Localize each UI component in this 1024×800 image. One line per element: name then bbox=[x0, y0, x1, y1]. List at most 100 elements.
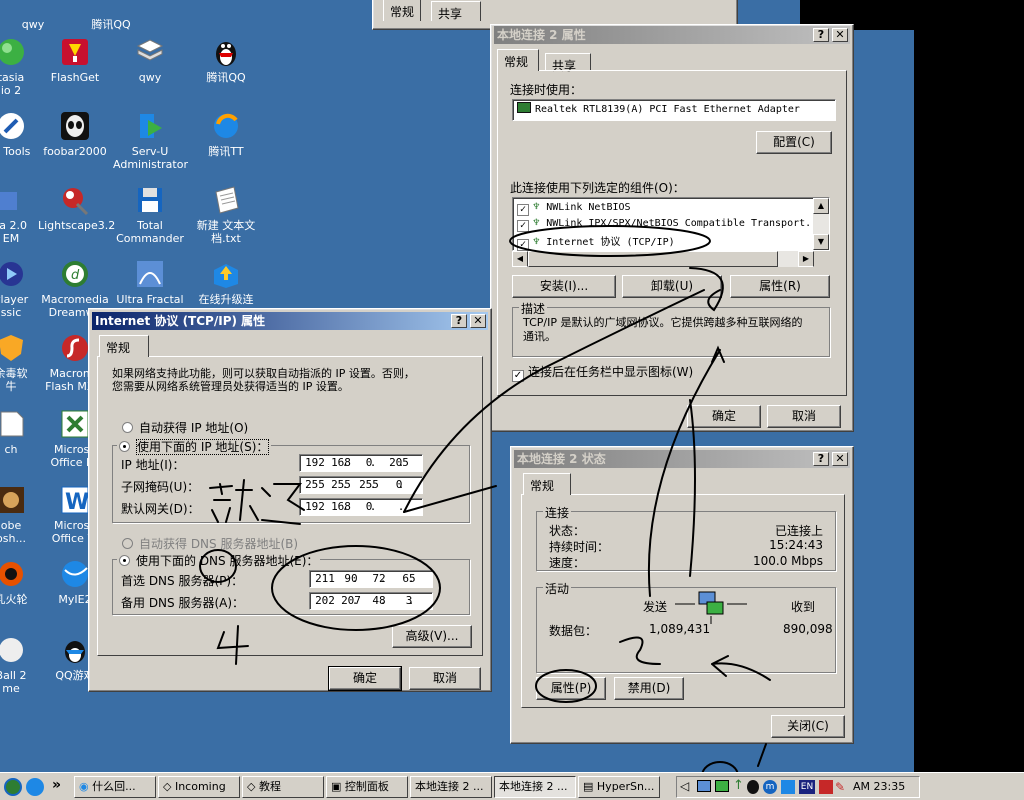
desktop-icon[interactable]: 新建 文本文 档.txt bbox=[189, 184, 263, 245]
intro-text: 如果网络支持此功能，则可以获取自动指派的 IP 设置。否则， 您需要从网络系统管… bbox=[112, 367, 415, 393]
taskbar-button-label: 控制面板 bbox=[344, 780, 389, 793]
auto-dns-radio[interactable] bbox=[122, 538, 133, 549]
taskbar-button-5[interactable]: 本地连接 2 ... bbox=[410, 776, 492, 798]
scroll-left-button[interactable]: ◀ bbox=[512, 251, 528, 267]
vertical-scrollbar[interactable]: ▲ ▼ bbox=[813, 198, 829, 250]
properties-button[interactable]: 属性(P) bbox=[536, 677, 606, 700]
desktop-icon[interactable]: Serv-U Administrator bbox=[113, 110, 188, 171]
show-icon-option[interactable]: ✓ 连接后在任务栏中显示图标(W) bbox=[512, 363, 693, 382]
ok-button[interactable]: 确定 bbox=[687, 405, 761, 428]
excel-icon bbox=[59, 408, 91, 440]
cancel-button[interactable]: 取消 bbox=[767, 405, 841, 428]
subnet-mask-field[interactable]: 255. 255. 255. 0 bbox=[299, 476, 423, 494]
ip-address-field[interactable]: 192. 168. 0. 205 bbox=[299, 454, 423, 472]
component-checkbox[interactable]: ✓ bbox=[517, 239, 529, 251]
taskbar-button-label: 本地连接 2 ... bbox=[499, 780, 568, 793]
network-icon[interactable] bbox=[697, 780, 711, 792]
component-item[interactable]: ✓ ♆ Internet 协议 (TCP/IP) bbox=[517, 233, 675, 251]
uninstall-button[interactable]: 卸载(U) bbox=[622, 275, 722, 298]
close-button[interactable]: ✕ bbox=[470, 314, 486, 328]
close-dialog-button[interactable]: 关闭(C) bbox=[771, 715, 845, 738]
tab-general[interactable]: 常规 bbox=[523, 473, 571, 495]
alternate-dns-field[interactable]: 202. 207. 48. 3 bbox=[309, 592, 433, 610]
desktop-icon-label: Ultra Fractal bbox=[116, 293, 184, 306]
arrow-icon[interactable]: ↑ bbox=[733, 778, 744, 793]
volume-icon[interactable]: ◁ bbox=[680, 779, 689, 793]
tab-general[interactable]: 常规 bbox=[497, 49, 539, 71]
disable-button[interactable]: 禁用(D) bbox=[614, 677, 684, 700]
gateway-field[interactable]: 192. 168. 0. bbox=[299, 498, 423, 516]
components-list[interactable]: ✓ ♆ NWLink NetBIOS ✓ ♆ NWLink IPX/SPX/NetB… bbox=[512, 197, 830, 251]
taskbar-button-6[interactable]: 本地连接 2 ... bbox=[494, 776, 576, 798]
scroll-up-button[interactable]: ▲ bbox=[813, 198, 829, 214]
messenger-icon[interactable]: m bbox=[763, 780, 777, 794]
desktop-icon[interactable]: 腾讯QQ bbox=[189, 36, 263, 84]
manual-dns-radio[interactable] bbox=[119, 555, 130, 566]
taskbar-button-1[interactable]: ◉ 什么回... bbox=[74, 776, 156, 798]
taskbar-button-7[interactable]: ▤ HyperSn... bbox=[578, 776, 660, 798]
component-item[interactable]: ✓ ♆ NWLink NetBIOS bbox=[517, 200, 631, 216]
tab-sharing[interactable]: 共享 bbox=[545, 53, 591, 73]
scroll-down-button[interactable]: ▼ bbox=[813, 234, 829, 250]
help-button[interactable]: ? bbox=[813, 28, 829, 42]
taskbar-button-4[interactable]: ▣ 控制面板 bbox=[326, 776, 408, 798]
component-item[interactable]: ✓ ♆ NWLink IPX/SPX/NetBIOS Compatible Tra… bbox=[517, 216, 813, 232]
horizontal-scrollbar[interactable]: ◀ ▶ bbox=[512, 251, 814, 267]
advanced-button[interactable]: 高级(V)... bbox=[392, 625, 472, 648]
tab-sharing[interactable]: 共享 bbox=[431, 1, 481, 21]
ie-icon[interactable] bbox=[26, 778, 44, 796]
component-name: NWLink IPX/SPX/NetBIOS Compatible Transp… bbox=[546, 218, 813, 229]
scroll-right-button[interactable]: ▶ bbox=[798, 251, 814, 267]
show-icon-checkbox[interactable]: ✓ bbox=[512, 370, 524, 382]
network-icon[interactable] bbox=[715, 780, 729, 792]
scroll-thumb[interactable] bbox=[528, 251, 778, 267]
manual-dns-option[interactable]: 使用下面的 DNS 服务器地址(E)： bbox=[117, 552, 321, 569]
ok-button[interactable]: 确定 bbox=[328, 666, 402, 691]
folder-icon: ◇ bbox=[163, 780, 172, 793]
taskbar-button-3[interactable]: ◇ 教程 bbox=[242, 776, 324, 798]
component-checkbox[interactable]: ✓ bbox=[517, 220, 529, 232]
manual-ip-radio[interactable] bbox=[119, 441, 130, 452]
properties-button[interactable]: 属性(R) bbox=[730, 275, 830, 298]
tab-general[interactable]: 常规 bbox=[99, 335, 149, 357]
auto-dns-option[interactable]: 自动获得 DNS 服务器地址(B) bbox=[122, 535, 298, 552]
manual-ip-option[interactable]: 使用下面的 IP 地址(S)： bbox=[117, 438, 272, 455]
start-menu-icon[interactable] bbox=[4, 778, 22, 796]
cancel-button[interactable]: 取消 bbox=[409, 667, 481, 690]
desktop-icon-label: FlashGet bbox=[50, 71, 100, 84]
component-checkbox[interactable]: ✓ bbox=[517, 204, 529, 216]
auto-ip-radio[interactable] bbox=[122, 422, 133, 433]
quick-launch-more[interactable]: » bbox=[52, 777, 61, 793]
language-indicator[interactable]: EN bbox=[799, 780, 815, 794]
shield-icon[interactable] bbox=[819, 780, 833, 794]
auto-ip-option[interactable]: 自动获得 IP 地址(O) bbox=[122, 419, 248, 436]
word-icon: W bbox=[59, 484, 91, 516]
taskbar-button-2[interactable]: ◇ Incoming bbox=[158, 776, 240, 798]
desktop-icon[interactable]: qwy bbox=[0, 0, 70, 31]
help-button[interactable]: ? bbox=[451, 314, 467, 328]
connection-status-dialog: 本地连接 2 状态 ? ✕ 常规 连接 状态： 已连接上 持续时间： 15:24… bbox=[510, 446, 854, 744]
desktop-icon[interactable]: Ultra Fractal bbox=[113, 258, 187, 306]
help-button[interactable]: ? bbox=[813, 452, 829, 466]
close-button[interactable]: ✕ bbox=[832, 452, 848, 466]
desktop-icon[interactable]: 腾讯QQ bbox=[74, 0, 148, 31]
desktop-icon[interactable]: 腾讯TT bbox=[189, 110, 263, 158]
qq-tray-icon[interactable] bbox=[747, 780, 759, 794]
desktop-icon[interactable]: foobar2000 bbox=[38, 110, 112, 158]
subnet-mask-label: 子网掩码(U)： bbox=[121, 480, 200, 494]
qq-game-icon bbox=[59, 634, 91, 666]
dns-group: 使用下面的 DNS 服务器地址(E)： 首选 DNS 服务器(P)： 211. … bbox=[112, 552, 470, 615]
desktop-icon[interactable]: Total Commander bbox=[113, 184, 187, 245]
tab-general[interactable]: 常规 bbox=[383, 0, 421, 21]
desktop-icon[interactable]: 在线升级连 bbox=[189, 258, 263, 306]
desktop-icon[interactable]: qwy bbox=[113, 36, 187, 84]
configure-button[interactable]: 配置(C) bbox=[756, 131, 832, 154]
clock: AM 23:35 bbox=[853, 780, 906, 793]
desktop-icon[interactable]: Lightscape3.2 bbox=[38, 184, 115, 232]
tool-icon[interactable]: ✎ bbox=[835, 780, 849, 794]
desktop-icon[interactable]: FlashGet bbox=[38, 36, 112, 84]
close-button[interactable]: ✕ bbox=[832, 28, 848, 42]
install-button[interactable]: 安装(I)... bbox=[512, 275, 616, 298]
preferred-dns-field[interactable]: 211. 90. 72. 65 bbox=[309, 570, 433, 588]
display-icon[interactable] bbox=[781, 780, 795, 794]
